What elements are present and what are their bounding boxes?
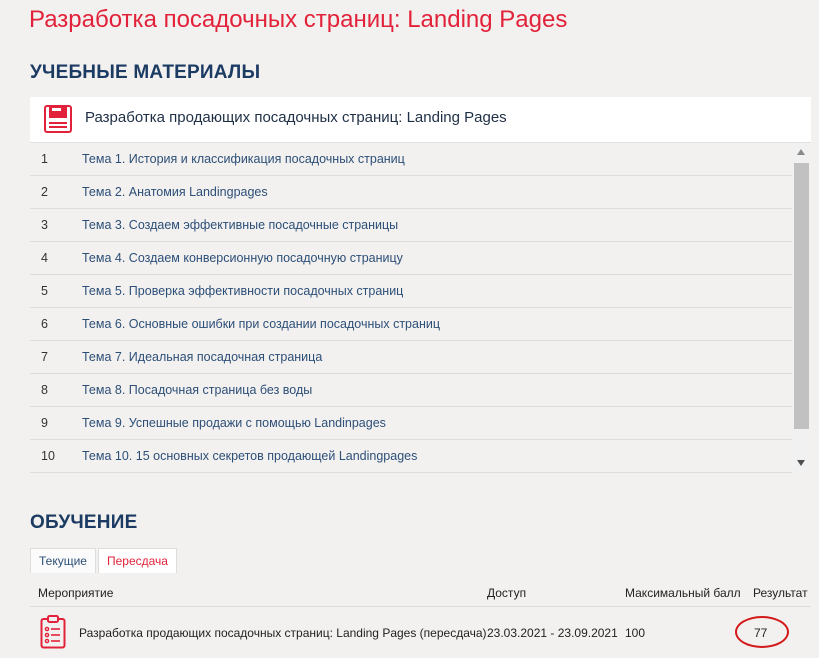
topics-list: 1 Тема 1. История и классификация посадо… (30, 143, 792, 473)
topic-row: 6 Тема 6. Основные ошибки при создании п… (30, 308, 792, 341)
access-period: 23.03.2021 - 23.09.2021 (487, 626, 618, 640)
topic-row: 10 Тема 10. 15 основных секретов продающ… (30, 440, 792, 473)
course-title: Разработка продающих посадочных страниц:… (85, 109, 507, 126)
topic-link[interactable]: Тема 5. Проверка эффективности посадочны… (82, 284, 403, 298)
materials-section-title: УЧЕБНЫЕ МАТЕРИАЛЫ (30, 62, 261, 83)
topic-row: 5 Тема 5. Проверка эффективности посадоч… (30, 275, 792, 308)
tab-current[interactable]: Текущие (30, 548, 96, 573)
topic-row: 9 Тема 9. Успешные продажи с помощью Lan… (30, 407, 792, 440)
table-row: Разработка продающих посадочных страниц:… (30, 607, 811, 658)
topic-row: 7 Тема 7. Идеальная посадочная страница (30, 341, 792, 374)
book-icon (44, 105, 72, 133)
topic-row: 2 Тема 2. Анатомия Landingpages (30, 176, 792, 209)
topic-number: 7 (41, 350, 48, 364)
column-header-access: Доступ (487, 586, 527, 600)
topic-number: 10 (41, 449, 55, 463)
training-table-header: Мероприятие Доступ Максимальный балл Рез… (30, 579, 811, 607)
page-title: Разработка посадочных страниц: Landing P… (29, 6, 568, 33)
topic-link[interactable]: Тема 6. Основные ошибки при создании пос… (82, 317, 440, 331)
topic-link[interactable]: Тема 10. 15 основных секретов продающей … (82, 449, 417, 463)
course-header: Разработка продающих посадочных страниц:… (30, 97, 811, 143)
topic-row: 3 Тема 3. Создаем эффективные посадочные… (30, 209, 792, 242)
column-header-event: Мероприятие (38, 586, 114, 600)
topic-link[interactable]: Тема 1. История и классификация посадочн… (82, 152, 405, 166)
scroll-up-arrow-icon[interactable] (797, 149, 805, 155)
topic-link[interactable]: Тема 2. Анатомия Landingpages (82, 185, 268, 199)
topic-number: 1 (41, 152, 48, 166)
topic-number: 9 (41, 416, 48, 430)
result-score: 77 (754, 626, 768, 640)
event-name[interactable]: Разработка продающих посадочных страниц:… (79, 626, 487, 640)
topic-link[interactable]: Тема 8. Посадочная страница без воды (82, 383, 312, 397)
topic-number: 4 (41, 251, 48, 265)
topic-row: 1 Тема 1. История и классификация посадо… (30, 143, 792, 176)
column-header-max-score: Максимальный балл (625, 586, 741, 600)
column-header-result: Результат (753, 586, 808, 600)
tab-retake[interactable]: Пересдача (98, 548, 177, 573)
training-section-title: ОБУЧЕНИЕ (30, 512, 138, 533)
topic-link[interactable]: Тема 4. Создаем конверсионную посадочную… (82, 251, 403, 265)
clipboard-icon (40, 615, 66, 649)
topic-number: 6 (41, 317, 48, 331)
topics-scrollbar[interactable] (793, 143, 810, 473)
topic-number: 2 (41, 185, 48, 199)
topic-link[interactable]: Тема 7. Идеальная посадочная страница (82, 350, 322, 364)
topic-number: 8 (41, 383, 48, 397)
topic-row: 4 Тема 4. Создаем конверсионную посадочн… (30, 242, 792, 275)
topic-link[interactable]: Тема 3. Создаем эффективные посадочные с… (82, 218, 398, 232)
topic-link[interactable]: Тема 9. Успешные продажи с помощью Landi… (82, 416, 386, 430)
topic-number: 5 (41, 284, 48, 298)
topic-row: 8 Тема 8. Посадочная страница без воды (30, 374, 792, 407)
max-score: 100 (625, 626, 646, 640)
scroll-down-arrow-icon[interactable] (797, 460, 805, 466)
scrollbar-thumb[interactable] (794, 163, 809, 429)
topic-number: 3 (41, 218, 48, 232)
